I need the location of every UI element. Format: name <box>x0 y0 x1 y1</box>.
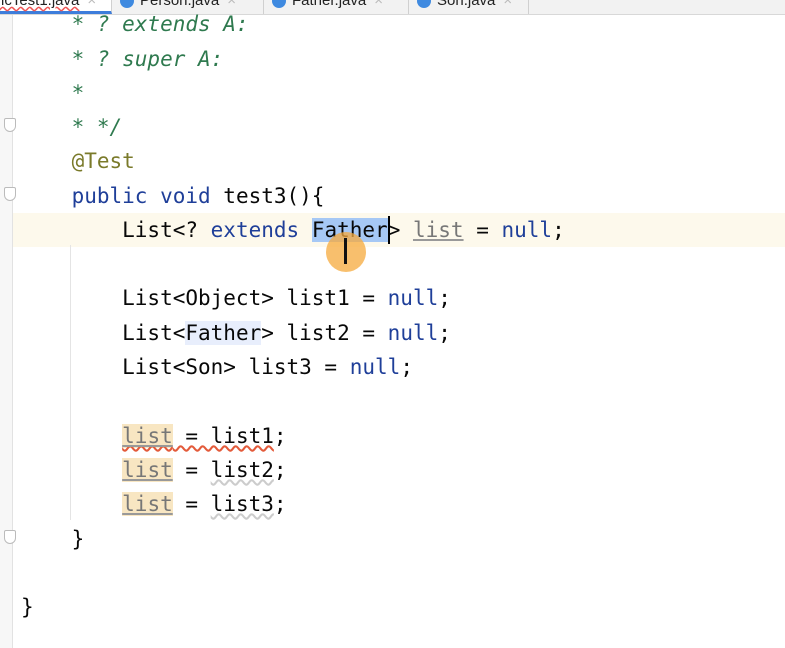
code-token: null <box>349 355 401 379</box>
close-icon[interactable]: × <box>374 0 383 9</box>
code-token: test3(){ <box>223 184 325 208</box>
fold-icon[interactable] <box>4 118 16 132</box>
code-token: List<Object> list1 = <box>21 286 388 310</box>
code-line: list = list2; <box>21 453 287 487</box>
code-token: List<? <box>21 218 211 242</box>
fold-icon[interactable] <box>4 187 16 201</box>
class-icon <box>417 0 431 9</box>
code-token: ; <box>273 492 287 516</box>
code-line: list = list1; <box>21 419 287 453</box>
code-line: @Test <box>21 149 135 173</box>
code-token: ; <box>273 424 287 448</box>
fold-icon[interactable] <box>4 530 16 544</box>
code-line: list = list3; <box>21 487 287 521</box>
code-line: * ? extends A: <box>21 12 249 36</box>
code-line: public void test3(){ <box>21 179 325 213</box>
code-line: * */ <box>21 115 123 139</box>
code-line: List<? extends Father> list = null; <box>21 213 565 247</box>
tab-father[interactable]: Father.java × <box>264 0 409 14</box>
code-token: = <box>172 492 211 516</box>
code-token: = list1 <box>172 424 274 448</box>
ibeam-cursor-icon <box>344 238 347 264</box>
gutter <box>0 15 16 648</box>
tab-label: Son.java <box>437 0 496 9</box>
code-token: Father <box>185 321 262 345</box>
code-token: list <box>122 424 173 448</box>
code-token: extends <box>210 218 300 242</box>
code-token: ; <box>273 458 287 482</box>
code-token: = <box>463 218 502 242</box>
code-line: * <box>21 81 85 105</box>
code-line: } <box>21 527 85 551</box>
code-token: public void <box>21 184 224 208</box>
code-token: list <box>122 492 173 516</box>
code-token: = <box>172 458 211 482</box>
code-line: List<Object> list1 = null; <box>21 281 451 315</box>
code-token: null <box>387 321 439 345</box>
text-caret <box>388 216 390 244</box>
code-token: ; <box>438 286 451 310</box>
code-token: null <box>501 218 553 242</box>
code-line: } <box>21 595 34 619</box>
tab-label: Father.java <box>292 0 367 9</box>
code-token: ; <box>438 321 451 345</box>
code-line: * ? super A: <box>21 47 224 71</box>
code-token: List<Son> list3 = <box>21 355 350 379</box>
tab-son[interactable]: Son.java × <box>409 0 529 14</box>
code-token: > list2 = <box>261 321 388 345</box>
code-token: List< <box>21 321 186 345</box>
code-token: list3 <box>210 492 274 516</box>
code-token: ; <box>400 355 413 379</box>
code-token: null <box>387 286 439 310</box>
code-token: ; <box>552 218 565 242</box>
code-token: list <box>122 458 173 482</box>
code-token: list2 <box>210 458 274 482</box>
close-icon[interactable]: × <box>503 0 512 9</box>
code-line: List<Father> list2 = null; <box>21 316 451 350</box>
code-token: > <box>387 218 413 242</box>
code-line: List<Son> list3 = null; <box>21 350 413 384</box>
code-token: list <box>412 218 464 242</box>
class-icon <box>272 0 286 9</box>
